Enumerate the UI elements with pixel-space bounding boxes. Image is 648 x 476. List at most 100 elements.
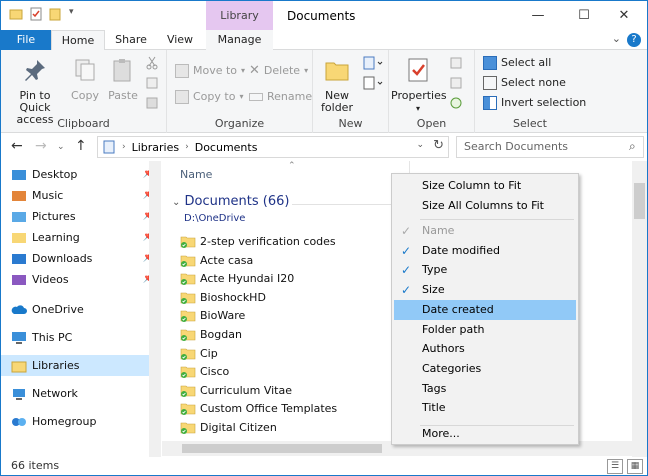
list-item[interactable]: Acte Hyundai I20: [180, 269, 294, 288]
close-button[interactable]: ✕: [601, 1, 647, 30]
address-bar[interactable]: › Libraries › Documents ⌄ ↻: [97, 136, 449, 158]
copy-path-icon[interactable]: [145, 76, 159, 90]
list-item[interactable]: 2-step verification codes: [180, 232, 336, 251]
menu-column-folder-path[interactable]: Folder path: [394, 320, 576, 340]
nav-item-videos[interactable]: Videos📌: [11, 269, 159, 290]
menu-more[interactable]: More...: [394, 424, 576, 444]
new-item-icon[interactable]: [363, 56, 383, 70]
tab-home[interactable]: Home: [51, 30, 105, 51]
list-item[interactable]: Acte casa: [180, 251, 253, 270]
content-scrollbar-thumb[interactable]: [634, 183, 645, 219]
group-header[interactable]: ⌄ Documents (66): [172, 194, 289, 209]
menu-column-date-created[interactable]: Date created: [394, 299, 576, 320]
up-button[interactable]: ↑: [75, 138, 87, 154]
nav-item-desktop[interactable]: Desktop📌: [11, 164, 159, 185]
list-item[interactable]: Curriculum Vitae: [180, 381, 292, 400]
item-count: 66 items: [11, 459, 60, 472]
network-icon: [13, 388, 25, 400]
menu-size-column-to-fit[interactable]: Size Column to Fit: [394, 176, 576, 196]
large-icons-view-button[interactable]: ▦: [627, 459, 643, 474]
nav-item-pictures[interactable]: Pictures📌: [11, 206, 159, 227]
nav-item-downloads[interactable]: Downloads📌: [11, 248, 159, 269]
nav-scrollbar[interactable]: [149, 161, 161, 457]
invert-selection-button[interactable]: Invert selection: [483, 94, 586, 112]
menu-column-date-modified[interactable]: ✓ Date modified: [394, 241, 576, 261]
file-name: Acte casa: [200, 253, 254, 267]
tab-manage[interactable]: Manage: [206, 30, 273, 50]
new-folder-icon[interactable]: [49, 7, 63, 21]
recent-locations-button[interactable]: ⌄: [57, 142, 65, 152]
menu-column-categories[interactable]: Categories: [394, 359, 576, 379]
select-none-button[interactable]: Select none: [483, 74, 566, 92]
nav-label: OneDrive: [32, 303, 84, 316]
list-item[interactable]: Cip: [180, 344, 218, 363]
list-item[interactable]: Custom Office Templates: [180, 399, 337, 418]
search-icon[interactable]: ⌕: [629, 139, 636, 154]
search-input[interactable]: Search Documents: [456, 136, 644, 158]
copy-button[interactable]: Copy: [67, 54, 103, 102]
open-icon[interactable]: [449, 56, 463, 70]
horizontal-scrollbar-thumb[interactable]: [182, 444, 382, 453]
list-item[interactable]: BioWare: [180, 306, 245, 325]
list-item[interactable]: Cisco: [180, 362, 229, 381]
folder-icon[interactable]: [9, 7, 23, 21]
move-to-label: Move to: [193, 64, 238, 77]
nav-item-music[interactable]: Music📌: [11, 185, 159, 206]
rename-button[interactable]: Rename: [249, 88, 312, 106]
breadcrumb-documents[interactable]: Documents: [195, 141, 258, 154]
forward-button[interactable]: →: [35, 138, 47, 154]
edit-icon[interactable]: [449, 76, 463, 90]
file-name: Curriculum Vitae: [200, 383, 292, 397]
menu-column-tags[interactable]: Tags: [394, 379, 576, 399]
new-folder-icon: [325, 62, 349, 81]
menu-size-all-columns-to-fit[interactable]: Size All Columns to Fit: [394, 196, 576, 216]
tab-view[interactable]: View: [157, 30, 203, 50]
menu-label: Size: [422, 283, 445, 297]
cut-icon[interactable]: [145, 56, 159, 70]
pin-quick-access-button[interactable]: Pin to Quick access: [5, 54, 65, 126]
folder-icon: [12, 232, 26, 243]
chevron-down-icon[interactable]: ⌄: [416, 140, 424, 150]
menu-column-authors[interactable]: Authors: [394, 339, 576, 359]
copy-to-button[interactable]: Copy to ▾: [175, 88, 243, 106]
column-name[interactable]: Name: [180, 168, 212, 181]
tab-file[interactable]: File: [1, 30, 51, 50]
details-view-button[interactable]: ☰: [607, 459, 623, 474]
nav-item-this-pc[interactable]: This PC: [11, 327, 159, 348]
menu-column-title[interactable]: Title: [394, 398, 576, 418]
list-item[interactable]: Bogdan: [180, 325, 242, 344]
paste-shortcut-icon[interactable]: [145, 96, 159, 110]
checkmark-icon: ✓: [401, 243, 412, 258]
nav-item-network[interactable]: Network: [11, 383, 159, 404]
breadcrumb-libraries[interactable]: Libraries: [132, 141, 180, 154]
delete-button[interactable]: ✕ Delete ▾: [249, 62, 308, 80]
tab-share[interactable]: Share: [107, 30, 155, 50]
nav-item-homegroup[interactable]: Homegroup: [11, 411, 159, 432]
nav-item-learning[interactable]: Learning📌: [11, 227, 159, 248]
select-all-icon: [483, 56, 497, 70]
customize-qat-icon[interactable]: ▾: [69, 7, 83, 21]
libraries-icon: [11, 361, 27, 372]
help-icon[interactable]: ?: [627, 33, 641, 47]
select-all-button[interactable]: Select all: [483, 54, 551, 72]
refresh-icon[interactable]: ↻: [433, 138, 444, 153]
copy-to-label: Copy to: [193, 90, 236, 103]
back-button[interactable]: ←: [11, 138, 23, 154]
minimize-button[interactable]: —: [515, 1, 561, 30]
synced-folder-icon: [180, 329, 196, 341]
nav-item-onedrive[interactable]: OneDrive: [11, 299, 159, 320]
new-folder-button[interactable]: New folder: [317, 54, 357, 114]
paste-button[interactable]: Paste: [105, 54, 141, 102]
chevron-down-icon[interactable]: ⌄: [612, 32, 621, 45]
move-to-button[interactable]: Move to ▾: [175, 62, 245, 80]
nav-item-libraries[interactable]: Libraries: [1, 355, 149, 376]
properties-button[interactable]: Properties ▾: [391, 54, 447, 115]
menu-column-type[interactable]: ✓ Type: [394, 260, 576, 280]
select-group: Select all Select none Invert selection …: [475, 50, 586, 133]
properties-icon[interactable]: [29, 7, 43, 21]
list-item[interactable]: Digital Citizen: [180, 418, 277, 437]
menu-column-size[interactable]: ✓ Size: [394, 280, 576, 300]
history-icon[interactable]: [449, 96, 463, 110]
list-item[interactable]: BioshockHD: [180, 288, 266, 307]
easy-access-icon[interactable]: [363, 76, 383, 90]
